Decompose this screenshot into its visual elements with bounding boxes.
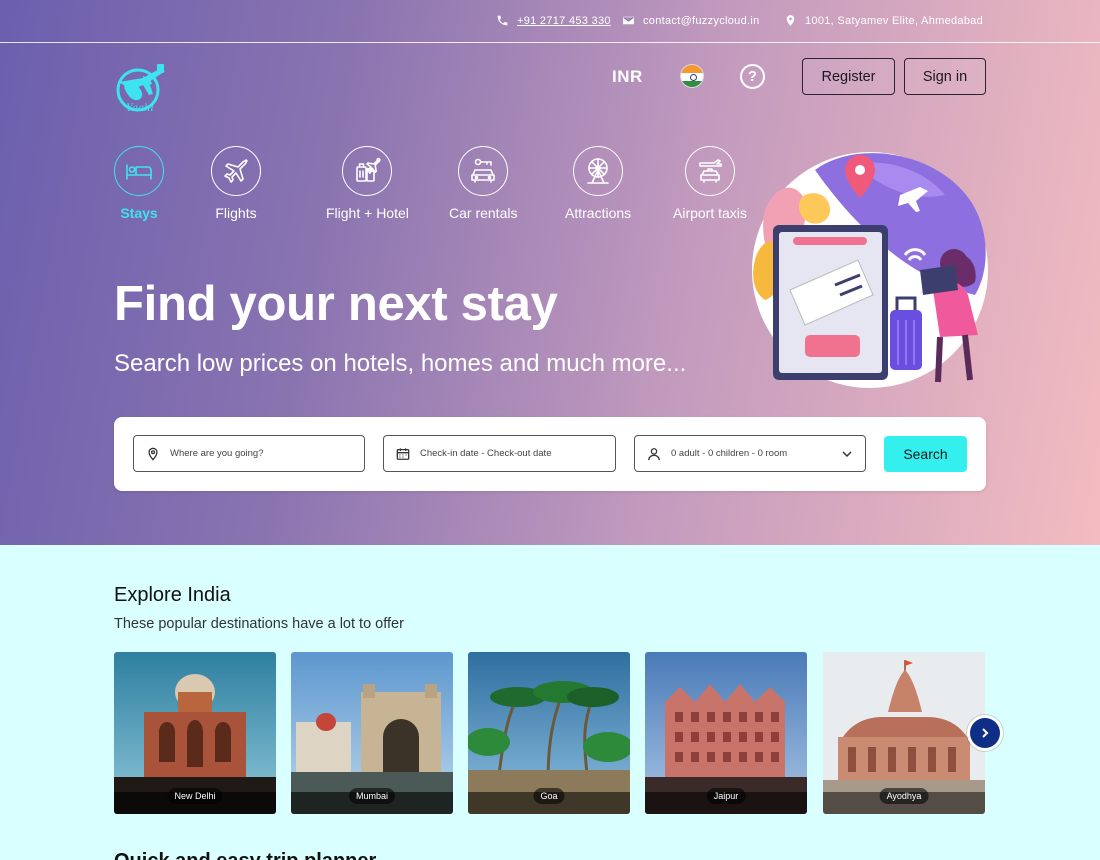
user-icon — [648, 447, 660, 460]
destination-name: New Delhi — [167, 788, 223, 804]
explore-subtitle: These popular destinations have a lot to… — [114, 616, 404, 632]
service-label: Car rentals — [449, 205, 518, 221]
currency-selector[interactable]: INR — [612, 67, 643, 87]
location-pin-icon — [786, 15, 795, 26]
guests-select[interactable]: 0 adult - 0 children - 0 room — [634, 435, 866, 472]
globe-plane-logo-icon: Yaahi — [116, 64, 165, 114]
service-label: Stays — [120, 205, 158, 221]
luggage-plane-icon — [356, 157, 382, 182]
destination-placeholder: Where are you going? — [170, 448, 264, 459]
service-label: Attractions — [565, 205, 632, 221]
hero-title: Find your next stay — [114, 277, 558, 331]
search-form: Where are you going? Check-in date - Che… — [114, 417, 986, 491]
india-flag-icon[interactable] — [680, 64, 704, 88]
dates-input[interactable]: Check-in date - Check-out date — [383, 435, 616, 472]
logo-wordmark: Yaahi — [126, 103, 153, 114]
destination-name: Jaipur — [706, 788, 746, 804]
destination-card-goa[interactable]: Goa — [468, 652, 630, 814]
hero-section: +91 2717 453 330 contact@fuzzycloud.in 1… — [0, 0, 1100, 545]
signin-button[interactable]: Sign in — [904, 58, 986, 95]
explore-title: Explore India — [114, 584, 231, 606]
service-tab-airport-taxis[interactable]: Airport taxis — [673, 146, 747, 221]
contact-address: 1001, Satyamev Elite, Ahmedabad — [784, 14, 983, 27]
service-tab-stays[interactable]: Stays — [114, 146, 164, 221]
dates-placeholder: Check-in date - Check-out date — [420, 448, 552, 459]
contact-bar: +91 2717 453 330 contact@fuzzycloud.in 1… — [0, 0, 1100, 43]
destination-card-new-delhi[interactable]: New Delhi — [114, 652, 276, 814]
carousel-next-button[interactable] — [967, 715, 1003, 751]
service-tab-flight-hotel[interactable]: Flight + Hotel — [326, 146, 409, 221]
service-label: Flights — [215, 205, 257, 221]
location-pin-icon — [148, 447, 158, 461]
hero-subtitle: Search low prices on hotels, homes and m… — [114, 350, 687, 377]
destination-name: Mumbai — [348, 788, 396, 804]
email-link[interactable]: contact@fuzzycloud.in — [643, 15, 760, 27]
plane-icon — [224, 159, 248, 183]
service-tab-car-rentals[interactable]: Car rentals — [449, 146, 517, 221]
taxi-plane-icon — [699, 159, 722, 183]
bed-icon — [126, 164, 152, 180]
address-text: 1001, Satyamev Elite, Ahmedabad — [805, 14, 984, 27]
travel-illustration — [745, 150, 995, 390]
contact-email[interactable]: contact@fuzzycloud.in — [622, 14, 760, 27]
destination-name: Ayodhya — [879, 788, 929, 804]
mail-icon — [623, 16, 634, 25]
destination-card-jaipur[interactable]: Jaipur — [645, 652, 807, 814]
trip-planner-title: Quick and easy trip planner — [114, 850, 376, 860]
search-button[interactable]: Search — [884, 436, 967, 472]
car-key-icon — [471, 158, 496, 183]
contact-phone[interactable]: +91 2717 453 330 — [496, 14, 611, 27]
register-button[interactable]: Register — [802, 58, 895, 95]
guests-value: 0 adult - 0 children - 0 room — [671, 448, 788, 459]
service-tab-flights[interactable]: Flights — [211, 146, 261, 221]
chevron-down-icon — [842, 451, 852, 458]
service-label: Flight + Hotel — [326, 205, 409, 221]
phone-icon — [497, 15, 508, 26]
destination-card-ayodhya[interactable]: Ayodhya — [823, 652, 985, 814]
destination-card-mumbai[interactable]: Mumbai — [291, 652, 453, 814]
help-icon[interactable]: ? — [740, 64, 765, 89]
destination-name: Goa — [533, 788, 565, 804]
service-tab-attractions[interactable]: Attractions — [565, 146, 631, 221]
ferris-wheel-icon — [587, 158, 609, 184]
chevron-right-icon — [982, 728, 989, 738]
destination-input[interactable]: Where are you going? — [133, 435, 365, 472]
phone-link[interactable]: +91 2717 453 330 — [517, 15, 611, 27]
calendar-icon — [396, 447, 410, 460]
brand-logo[interactable]: Yaahi — [113, 62, 169, 114]
service-label: Airport taxis — [673, 205, 747, 221]
